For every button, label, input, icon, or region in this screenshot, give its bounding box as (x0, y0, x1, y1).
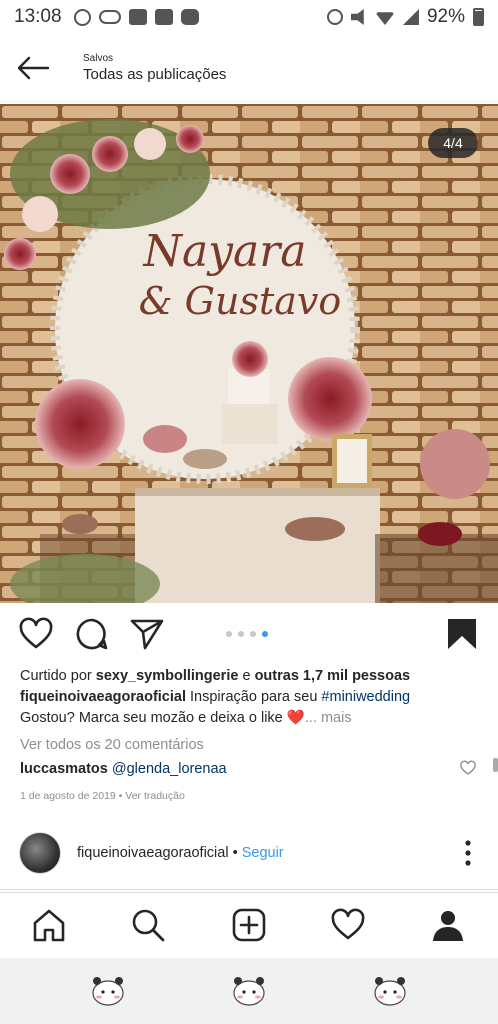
likes-user-link[interactable]: sexy_symbollingerie (96, 668, 239, 684)
header: Salvos Todas as publicações (0, 34, 498, 102)
likes-middle: e (238, 668, 255, 684)
battery-percent: 92% (426, 6, 465, 27)
status-left: 13:08 (14, 6, 199, 28)
comment-username[interactable]: luccasmatos (20, 761, 108, 777)
panda-recents-icon[interactable] (372, 972, 408, 1008)
caption-username[interactable]: fiqueinoivaeagoraoficial (20, 689, 186, 705)
wedding-decor-image (0, 104, 498, 603)
status-time: 13:08 (14, 6, 62, 27)
post-date-line: 1 de agosto de 2019 • Ver tradução (20, 786, 482, 807)
more-options-icon[interactable] (464, 840, 472, 866)
heart-emoji: ❤️ (286, 710, 305, 726)
panda-home-icon[interactable] (231, 972, 267, 1008)
carousel-dot-active (262, 631, 268, 637)
signal-icon (402, 9, 419, 25)
activity-heart-icon[interactable] (330, 907, 366, 943)
scrollbar-thumb[interactable] (493, 758, 498, 772)
bottom-nav (0, 892, 498, 958)
header-text: Salvos Todas as publicações (83, 53, 226, 83)
mute-icon (350, 9, 364, 25)
hashtag-link[interactable]: #miniwedding (321, 689, 410, 705)
carousel-dot (238, 631, 244, 637)
wifi-icon (374, 12, 395, 25)
avatar[interactable] (19, 832, 61, 874)
heart-icon[interactable] (19, 617, 53, 651)
comment-row: luccasmatos @glenda_lorenaa (20, 759, 482, 780)
youtube-notification-icon (180, 9, 199, 25)
image-text: Nayara & Gustavo (105, 226, 345, 324)
status-right: 92% (326, 6, 484, 28)
add-post-icon[interactable] (231, 907, 267, 943)
header-subtitle: Salvos (83, 52, 114, 64)
post-date: 1 de agosto de 2019 (20, 790, 116, 802)
action-bar (0, 603, 498, 665)
date-separator: • (115, 790, 126, 802)
status-bar: 13:08 92% (0, 0, 498, 34)
back-button[interactable] (0, 34, 66, 102)
caption: fiqueinoivaeagoraoficial Inspiração para… (20, 687, 482, 729)
likes-prefix: Curtido por (20, 668, 96, 684)
next-post-user-line: fiqueinoivaeagoraoficial • Seguir (77, 845, 284, 861)
mail-notification-icon (128, 9, 147, 25)
image-text-line2: & Gustavo (138, 279, 342, 323)
image-text-line1: Nayara (143, 226, 307, 277)
image-counter-badge: 4/4 (428, 128, 478, 158)
next-post-username[interactable]: fiqueinoivaeagoraoficial (77, 845, 229, 861)
panda-back-icon[interactable] (90, 972, 126, 1008)
comment-icon[interactable] (75, 617, 109, 651)
b-notification-icon (73, 8, 91, 26)
next-post-header: fiqueinoivaeagoraoficial • Seguir (0, 820, 498, 890)
translate-link[interactable]: Ver tradução (125, 790, 185, 802)
send-icon[interactable] (130, 617, 164, 651)
post-image[interactable]: Nayara & Gustavo 4/4 (0, 104, 498, 603)
arrow-left-icon (17, 56, 50, 79)
system-nav-bar (0, 958, 498, 1024)
carousel-indicator (226, 631, 268, 637)
search-icon[interactable] (130, 907, 166, 943)
bookmark-icon[interactable] (445, 617, 479, 651)
cloud-notification-icon (98, 10, 121, 24)
more-link[interactable]: ... mais (305, 710, 352, 726)
likes-line: Curtido por sexy_symbollingerie e outras… (20, 666, 482, 687)
view-all-comments-link[interactable]: Ver todos os 20 comentários (20, 735, 482, 756)
alarm-icon (326, 9, 343, 25)
comment-mention[interactable]: @glenda_lorenaa (112, 761, 227, 777)
caption-text: Inspiração para seu (186, 689, 322, 705)
follow-button[interactable]: Seguir (242, 845, 284, 861)
carousel-dot (226, 631, 232, 637)
next-post-separator: • (228, 845, 242, 861)
carousel-dot (250, 631, 256, 637)
image-notification-icon (154, 9, 173, 25)
comment-like-heart-icon[interactable] (460, 760, 476, 776)
profile-icon[interactable] (430, 907, 466, 943)
battery-icon (473, 8, 484, 26)
likes-others-link[interactable]: outras 1,7 mil pessoas (255, 668, 411, 684)
caption-line2: Gostou? Marca seu mozão e deixa o like (20, 710, 287, 726)
home-icon[interactable] (31, 907, 67, 943)
header-title: Todas as publicações (83, 65, 227, 83)
